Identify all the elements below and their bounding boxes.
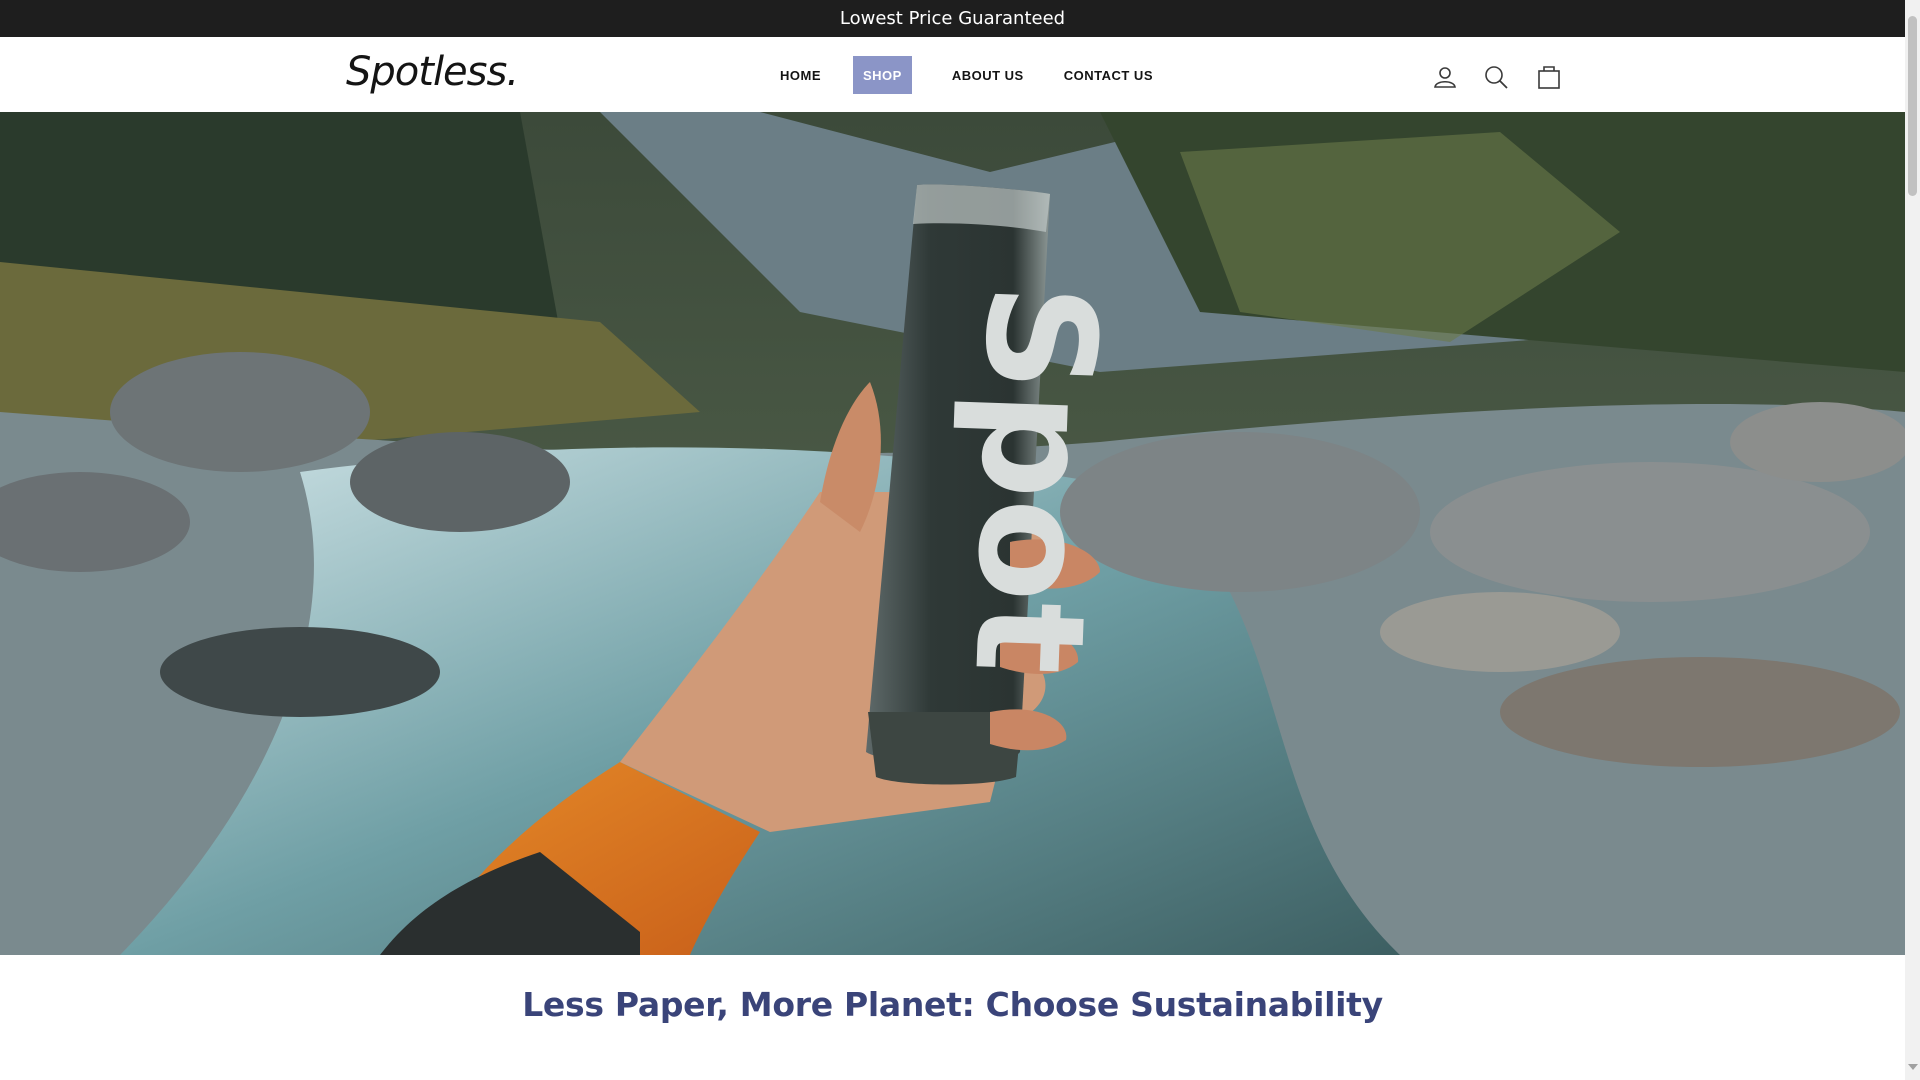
announcement-bar: Lowest Price Guaranteed [0,0,1905,37]
site-header: Spotless. HOME SHOP ABOUT US CONTACT US [0,37,1905,112]
announcement-text: Lowest Price Guaranteed [839,8,1066,29]
nav-contact-us[interactable]: CONTACT US [1054,56,1163,94]
search-button[interactable] [1481,62,1511,92]
page-scrollbar[interactable] [1905,0,1920,1080]
cart-button[interactable] [1534,62,1564,92]
page-headline: Less Paper, More Planet: Choose Sustaina… [522,985,1383,1024]
site-logo[interactable]: Spotless. [346,49,519,95]
nav-about-us[interactable]: ABOUT US [942,56,1034,94]
hero-image: Spot [0,112,1905,955]
scroll-down-arrow-icon[interactable] [1908,1064,1918,1070]
scrollbar-thumb[interactable] [1908,16,1917,196]
user-icon [1434,67,1456,88]
bottle-text: Spot [940,281,1128,677]
main-nav: HOME SHOP ABOUT US CONTACT US [770,56,1163,94]
account-button[interactable] [1430,62,1460,92]
cart-icon [1538,66,1560,89]
nav-shop[interactable]: SHOP [853,56,912,94]
hero-banner[interactable]: Spot [0,112,1905,955]
nav-home[interactable]: HOME [770,56,831,94]
search-icon [1485,66,1508,89]
